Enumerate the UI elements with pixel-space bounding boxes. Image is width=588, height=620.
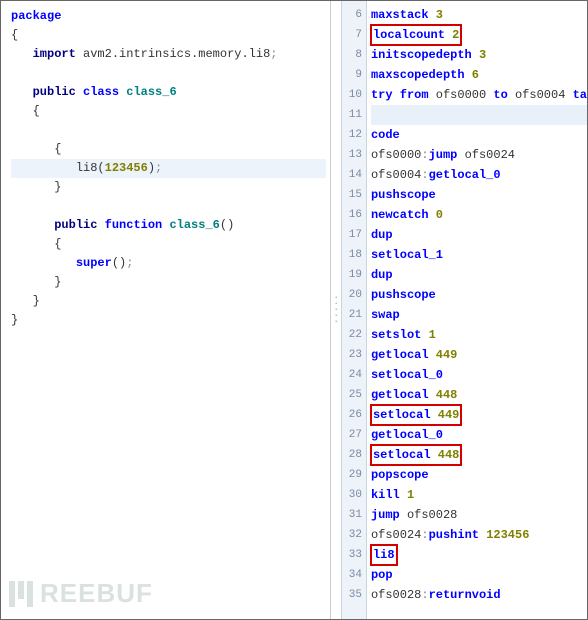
line-number: 7	[342, 25, 366, 45]
source-line[interactable]: {	[11, 140, 326, 159]
line-number: 18	[342, 245, 366, 265]
watermark-text: REEBUF	[40, 578, 153, 609]
watermark: REEBUF	[9, 578, 153, 609]
line-number: 33	[342, 545, 366, 565]
line-number: 11	[342, 105, 366, 125]
line-gutter: 6789101112131415161718192021222324252627…	[341, 1, 367, 619]
bytecode-line[interactable]: try from ofs0000 to ofs0004 ta	[371, 85, 587, 105]
line-number: 28	[342, 445, 366, 465]
line-number: 30	[342, 485, 366, 505]
highlight-box: setlocal 448	[371, 445, 461, 465]
line-number: 14	[342, 165, 366, 185]
line-number: 12	[342, 125, 366, 145]
source-line[interactable]: {	[11, 102, 326, 121]
bytecode-line[interactable]: setlocal_0	[371, 365, 587, 385]
line-number: 24	[342, 365, 366, 385]
highlight-box: setlocal 449	[371, 405, 461, 425]
line-number: 21	[342, 305, 366, 325]
bytecode-line[interactable]: code	[371, 125, 587, 145]
line-number: 13	[342, 145, 366, 165]
line-number: 10	[342, 85, 366, 105]
highlight-box: li8	[371, 545, 397, 565]
bytecode-line[interactable]: getlocal 449	[371, 345, 587, 365]
bytecode-line[interactable]: localcount 2	[371, 25, 587, 45]
bytecode-line[interactable]: newcatch 0	[371, 205, 587, 225]
bytecode-line[interactable]: kill 1	[371, 485, 587, 505]
line-number: 27	[342, 425, 366, 445]
splitter-handle[interactable]: ·····	[330, 1, 341, 619]
source-line[interactable]	[11, 197, 326, 216]
bytecode-line[interactable]: popscope	[371, 465, 587, 485]
bytecode-line[interactable]: dup	[371, 265, 587, 285]
source-line[interactable]: package	[11, 7, 326, 26]
source-line[interactable]: {	[11, 26, 326, 45]
bytecode-line[interactable]	[371, 105, 587, 125]
line-number: 6	[342, 5, 366, 25]
bytecode-line[interactable]: setlocal 449	[371, 405, 587, 425]
bytecode-line[interactable]: ofs0000:jump ofs0024	[371, 145, 587, 165]
source-line[interactable]: public class class_6	[11, 83, 326, 102]
bytecode-line[interactable]: getlocal 448	[371, 385, 587, 405]
source-line[interactable]: li8(123456);	[11, 159, 326, 178]
source-line[interactable]	[11, 64, 326, 83]
bytecode-line[interactable]: setlocal_1	[371, 245, 587, 265]
bytecode-line[interactable]: pushscope	[371, 285, 587, 305]
line-number: 25	[342, 385, 366, 405]
source-line[interactable]	[11, 121, 326, 140]
bytecode-line[interactable]: swap	[371, 305, 587, 325]
line-number: 19	[342, 265, 366, 285]
line-number: 16	[342, 205, 366, 225]
bytecode-line[interactable]: maxscopedepth 6	[371, 65, 587, 85]
line-number: 34	[342, 565, 366, 585]
bytecode-line[interactable]: jump ofs0028	[371, 505, 587, 525]
bytecode-line[interactable]: initscopedepth 3	[371, 45, 587, 65]
line-number: 31	[342, 505, 366, 525]
source-line[interactable]: }	[11, 273, 326, 292]
line-number: 20	[342, 285, 366, 305]
bytecode-line[interactable]: getlocal_0	[371, 425, 587, 445]
source-pane[interactable]: package{ import avm2.intrinsics.memory.l…	[1, 1, 330, 619]
bytecode-line[interactable]: ofs0004:getlocal_0	[371, 165, 587, 185]
bytecode-pane[interactable]: 6789101112131415161718192021222324252627…	[341, 1, 587, 619]
bytecode-line[interactable]: ofs0024:pushint 123456	[371, 525, 587, 545]
source-line[interactable]: }	[11, 311, 326, 330]
bytecode-line[interactable]: setslot 1	[371, 325, 587, 345]
bytecode-line[interactable]: setlocal 448	[371, 445, 587, 465]
bytecode-line[interactable]: li8	[371, 545, 587, 565]
line-number: 35	[342, 585, 366, 605]
bytecode-line[interactable]: dup	[371, 225, 587, 245]
bytecode-code[interactable]: maxstack 3localcount 2initscopedepth 3ma…	[367, 1, 587, 619]
line-number: 22	[342, 325, 366, 345]
source-line[interactable]: }	[11, 178, 326, 197]
bytecode-line[interactable]: pop	[371, 565, 587, 585]
source-line[interactable]: {	[11, 235, 326, 254]
source-line[interactable]: super();	[11, 254, 326, 273]
line-number: 29	[342, 465, 366, 485]
bytecode-line[interactable]: pushscope	[371, 185, 587, 205]
highlight-box: localcount 2	[371, 25, 461, 45]
line-number: 8	[342, 45, 366, 65]
bytecode-line[interactable]: maxstack 3	[371, 5, 587, 25]
line-number: 32	[342, 525, 366, 545]
source-line[interactable]: }	[11, 292, 326, 311]
line-number: 9	[342, 65, 366, 85]
line-number: 26	[342, 405, 366, 425]
source-line[interactable]: import avm2.intrinsics.memory.li8;	[11, 45, 326, 64]
line-number: 23	[342, 345, 366, 365]
line-number: 17	[342, 225, 366, 245]
editor-container: package{ import avm2.intrinsics.memory.l…	[0, 0, 588, 620]
bytecode-line[interactable]: ofs0028:returnvoid	[371, 585, 587, 605]
line-number: 15	[342, 185, 366, 205]
source-line[interactable]: public function class_6()	[11, 216, 326, 235]
